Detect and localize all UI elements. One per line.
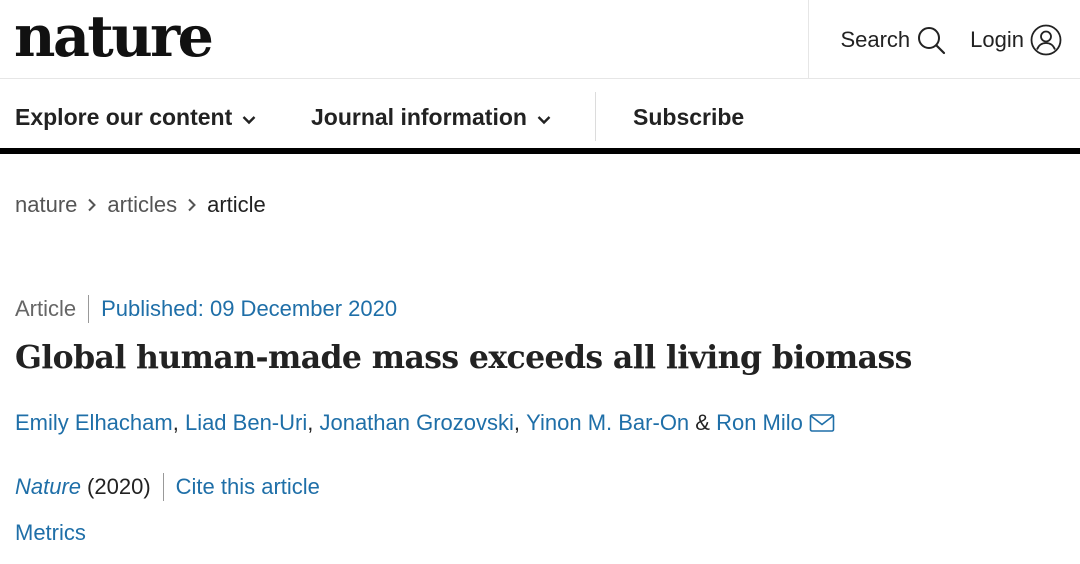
search-icon	[916, 25, 946, 55]
author-link[interactable]: Jonathan Grozovski	[319, 410, 513, 436]
search-button[interactable]: Search	[840, 25, 946, 55]
nature-logo[interactable]: nature	[14, 4, 214, 70]
chevron-down-icon	[537, 104, 551, 131]
nav-subscribe[interactable]: Subscribe	[633, 80, 744, 154]
breadcrumb: nature articles article	[15, 190, 266, 220]
nav-divider	[595, 92, 596, 141]
chevron-right-icon	[187, 198, 197, 212]
nav-item-label: Subscribe	[633, 103, 745, 130]
author-separator: ,	[172, 410, 185, 435]
author-link[interactable]: Liad Ben-Uri	[185, 410, 307, 436]
author-separator: ,	[513, 410, 527, 435]
author-separator: &	[689, 410, 717, 435]
author-link[interactable]: Ron Milo	[716, 410, 803, 436]
header-utility: Search Login	[808, 0, 1080, 79]
cite-divider	[162, 473, 164, 501]
author-link[interactable]: Yinon M. Bar-On	[526, 410, 689, 436]
nav-explore-our-content[interactable]: Explore our content	[15, 80, 256, 154]
breadcrumb-articles[interactable]: articles	[107, 192, 177, 218]
nav-journal-information[interactable]: Journal information	[311, 80, 551, 154]
journal-name[interactable]: Nature	[15, 474, 81, 500]
metrics-link[interactable]: Metrics	[15, 518, 86, 548]
author-list: Emily Elhacham, Liad Ben-Uri, Jonathan G…	[15, 408, 835, 438]
publication-year: (2020)	[87, 474, 151, 499]
author-link[interactable]: Emily Elhacham	[15, 410, 173, 436]
citation-line: Nature (2020) Cite this article	[15, 472, 320, 502]
author-separator: ,	[307, 410, 320, 435]
search-label: Search	[840, 26, 911, 52]
main-navigation: Explore our content Journal information …	[0, 80, 1080, 154]
article-title: Global human-made mass exceeds all livin…	[15, 339, 912, 376]
login-button[interactable]: Login	[970, 24, 1062, 56]
cite-this-article-link[interactable]: Cite this article	[176, 474, 320, 500]
nav-item-label: Journal information	[311, 103, 527, 130]
envelope-icon[interactable]	[809, 413, 835, 433]
breadcrumb-nature[interactable]: nature	[15, 192, 77, 218]
chevron-down-icon	[242, 104, 256, 131]
breadcrumb-article: article	[207, 192, 266, 217]
user-circle-icon	[1030, 24, 1062, 56]
site-header: nature Search Login	[0, 0, 1080, 79]
article-type: Article	[15, 296, 77, 321]
nav-item-label: Explore our content	[15, 103, 233, 130]
article-meta: Article Published: 09 December 2020	[15, 294, 397, 324]
chevron-right-icon	[87, 198, 97, 212]
login-label: Login	[970, 26, 1024, 52]
meta-divider	[88, 295, 90, 323]
published-date[interactable]: Published: 09 December 2020	[101, 296, 397, 322]
